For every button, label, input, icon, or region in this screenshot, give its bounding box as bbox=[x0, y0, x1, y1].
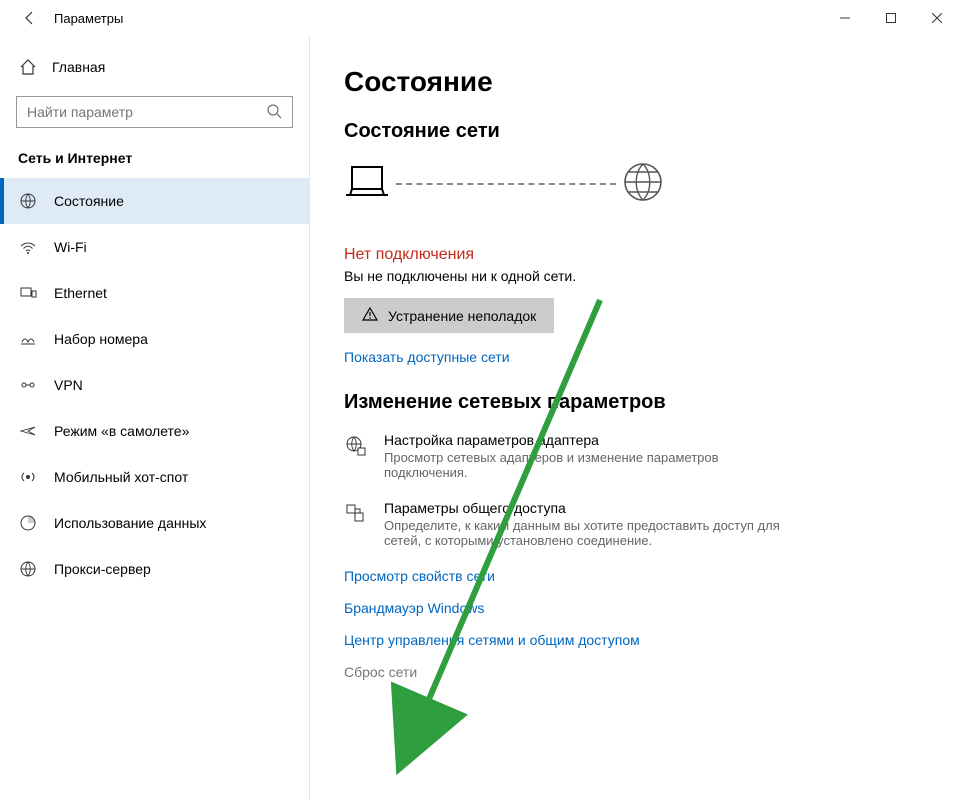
adapter-title: Настройка параметров адаптера bbox=[384, 432, 804, 448]
sidebar-item-label: Ethernet bbox=[54, 285, 107, 301]
network-reset-link[interactable]: Сброс сети bbox=[344, 664, 940, 680]
sidebar-item-label: Режим «в самолете» bbox=[54, 423, 189, 439]
sharing-icon bbox=[344, 500, 368, 548]
back-button[interactable] bbox=[12, 0, 48, 36]
show-networks-link[interactable]: Показать доступные сети bbox=[344, 349, 940, 365]
window-title: Параметры bbox=[54, 11, 123, 26]
proxy-icon bbox=[18, 560, 38, 578]
data-usage-icon bbox=[18, 514, 38, 532]
sidebar-item-label: Мобильный хот-спот bbox=[54, 469, 188, 485]
status-icon bbox=[18, 192, 38, 210]
sidebar: Главная Сеть и Интернет Состояние Wi-Fi bbox=[0, 36, 310, 800]
search-box[interactable] bbox=[16, 96, 293, 128]
sidebar-section-title: Сеть и Интернет bbox=[0, 150, 309, 178]
connection-error-message: Вы не подключены ни к одной сети. bbox=[344, 268, 940, 284]
sharing-title: Параметры общего доступа bbox=[384, 500, 804, 516]
sharing-settings[interactable]: Параметры общего доступа Определите, к к… bbox=[344, 500, 940, 548]
hotspot-icon bbox=[18, 468, 38, 486]
vpn-icon bbox=[18, 376, 38, 394]
adapter-icon bbox=[344, 432, 368, 480]
close-button[interactable] bbox=[914, 2, 960, 34]
sidebar-item-vpn[interactable]: VPN bbox=[0, 362, 309, 408]
adapter-desc: Просмотр сетевых адаптеров и изменение п… bbox=[384, 450, 804, 480]
laptop-icon bbox=[344, 163, 390, 204]
search-input[interactable] bbox=[27, 104, 266, 120]
home-icon bbox=[18, 58, 38, 76]
connection-error-title: Нет подключения bbox=[344, 246, 940, 264]
dialup-icon bbox=[18, 330, 38, 348]
titlebar: Параметры bbox=[0, 0, 960, 36]
sidebar-item-ethernet[interactable]: Ethernet bbox=[0, 270, 309, 316]
sidebar-item-label: Прокси-сервер bbox=[54, 561, 151, 577]
sidebar-item-proxy[interactable]: Прокси-сервер bbox=[0, 546, 309, 592]
minimize-button[interactable] bbox=[822, 2, 868, 34]
sidebar-item-airplane[interactable]: Режим «в самолете» bbox=[0, 408, 309, 454]
main-content: Состояние Состояние сети Нет подключения… bbox=[310, 36, 960, 800]
sidebar-item-label: VPN bbox=[54, 377, 83, 393]
sidebar-item-status[interactable]: Состояние bbox=[0, 178, 309, 224]
sidebar-item-label: Набор номера bbox=[54, 331, 148, 347]
sidebar-item-hotspot[interactable]: Мобильный хот-спот bbox=[0, 454, 309, 500]
sidebar-item-label: Состояние bbox=[54, 193, 124, 209]
sidebar-item-dialup[interactable]: Набор номера bbox=[0, 316, 309, 362]
connection-line bbox=[396, 183, 616, 185]
sidebar-item-wifi[interactable]: Wi-Fi bbox=[0, 224, 309, 270]
change-settings-heading: Изменение сетевых параметров bbox=[344, 391, 940, 414]
globe-icon bbox=[622, 161, 664, 206]
wifi-icon bbox=[18, 238, 38, 256]
page-title: Состояние bbox=[344, 66, 940, 98]
sharing-desc: Определите, к каким данным вы хотите пре… bbox=[384, 518, 804, 548]
sidebar-home[interactable]: Главная bbox=[0, 50, 309, 84]
sidebar-item-label: Wi-Fi bbox=[54, 239, 87, 255]
warning-icon bbox=[362, 306, 378, 325]
firewall-link[interactable]: Брандмауэр Windows bbox=[344, 600, 940, 616]
troubleshoot-button[interactable]: Устранение неполадок bbox=[344, 298, 554, 333]
troubleshoot-label: Устранение неполадок bbox=[388, 308, 536, 324]
adapter-settings[interactable]: Настройка параметров адаптера Просмотр с… bbox=[344, 432, 940, 480]
network-status-heading: Состояние сети bbox=[344, 120, 940, 143]
sidebar-item-label: Использование данных bbox=[54, 515, 206, 531]
ethernet-icon bbox=[18, 284, 38, 302]
maximize-button[interactable] bbox=[868, 2, 914, 34]
sharing-center-link[interactable]: Центр управления сетями и общим доступом bbox=[344, 632, 940, 648]
view-network-props-link[interactable]: Просмотр свойств сети bbox=[344, 568, 940, 584]
sidebar-item-data-usage[interactable]: Использование данных bbox=[0, 500, 309, 546]
network-diagram bbox=[344, 161, 940, 206]
window-controls bbox=[822, 2, 960, 34]
sidebar-home-label: Главная bbox=[52, 59, 105, 75]
search-icon bbox=[266, 103, 282, 122]
airplane-icon bbox=[18, 422, 38, 440]
